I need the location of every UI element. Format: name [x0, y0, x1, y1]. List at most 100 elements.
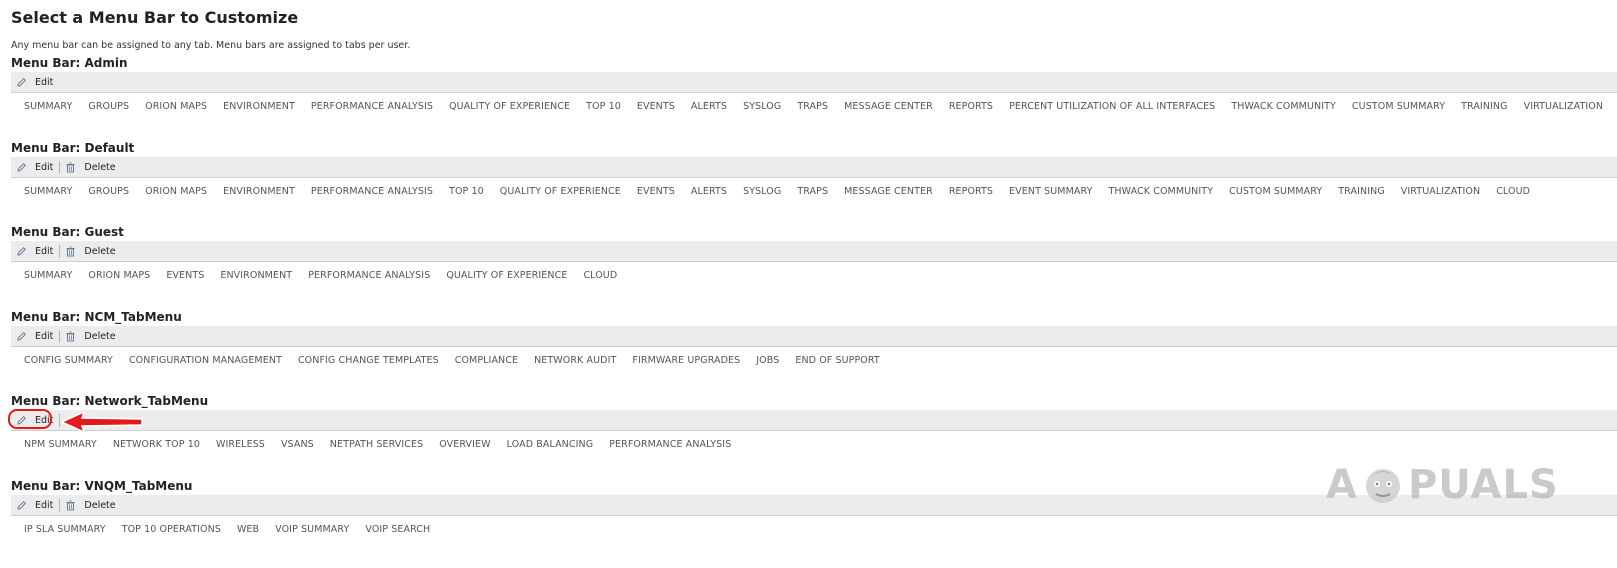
edit-button[interactable]: Edit	[11, 327, 59, 346]
delete-button[interactable]: Delete	[60, 496, 121, 515]
menu-tab-item[interactable]: QUALITY OF EXPERIENCE	[446, 270, 567, 281]
trash-icon	[65, 500, 80, 511]
edit-button[interactable]: Edit	[11, 242, 59, 261]
edit-button[interactable]: Edit	[11, 496, 59, 515]
delete-label: Delete	[84, 161, 116, 173]
edit-label: Edit	[35, 330, 54, 342]
menu-tab-item[interactable]: REPORTS	[949, 101, 993, 112]
edit-button[interactable]: Edit	[11, 73, 59, 92]
menu-tab-item[interactable]: ORION MAPS	[145, 101, 207, 112]
menu-tab-item[interactable]: PERFORMANCE ANALYSIS	[609, 439, 731, 450]
delete-button[interactable]: Delete	[60, 327, 121, 346]
menu-tab-item[interactable]: EVENT SUMMARY	[1009, 186, 1092, 197]
menu-tab-item[interactable]: MESSAGE CENTER	[844, 186, 933, 197]
menu-tab-item[interactable]: ENVIRONMENT	[223, 186, 295, 197]
menu-tab-item[interactable]: REPORTS	[949, 186, 993, 197]
menu-tab-item[interactable]: MESSAGE CENTER	[844, 101, 933, 112]
menu-tab-item[interactable]: NETPATH SERVICES	[330, 439, 423, 450]
menu-tab-item[interactable]: SUMMARY	[24, 186, 72, 197]
delete-label: Delete	[84, 245, 116, 257]
menu-tab-item[interactable]: CUSTOM SUMMARY	[1352, 101, 1445, 112]
menu-tab-item[interactable]: LOAD BALANCING	[507, 439, 594, 450]
menu-bar-title: Menu Bar: Guest	[11, 225, 124, 239]
menu-tab-item[interactable]: TOP 10	[449, 186, 484, 197]
menu-tab-item[interactable]: JOBS	[756, 355, 779, 366]
menu-bar-title: Menu Bar: Default	[11, 141, 135, 155]
menu-tab-item[interactable]: ENVIRONMENT	[223, 101, 295, 112]
menu-bar-title: Menu Bar: VNQM_TabMenu	[11, 479, 193, 493]
menu-tab-item[interactable]: END OF SUPPORT	[795, 355, 879, 366]
page-description: Any menu bar can be assigned to any tab.…	[11, 40, 411, 51]
toolbar-separator	[59, 413, 61, 427]
menu-tab-item[interactable]: ALERTS	[691, 101, 727, 112]
menu-tab-item[interactable]: OVERVIEW	[439, 439, 490, 450]
menu-tab-item[interactable]: QUALITY OF EXPERIENCE	[449, 101, 570, 112]
menu-tab-item[interactable]: TRAINING	[1461, 101, 1508, 112]
menu-tab-item[interactable]: PERFORMANCE ANALYSIS	[308, 270, 430, 281]
menu-tab-item[interactable]: NETWORK TOP 10	[113, 439, 200, 450]
menu-bar-tabs: IP SLA SUMMARY TOP 10 OPERATIONS WEB VOIP S…	[24, 524, 446, 535]
menu-tab-item[interactable]: NPM SUMMARY	[24, 439, 97, 450]
edit-button[interactable]: Edit	[8, 408, 59, 430]
menu-bar-title: Menu Bar: Admin	[11, 56, 128, 70]
menu-tab-item[interactable]: PERFORMANCE ANALYSIS	[311, 101, 433, 112]
menu-tab-item[interactable]: TOP 10	[586, 101, 621, 112]
menu-tab-item[interactable]: VOIP SUMMARY	[275, 524, 349, 535]
menu-tab-item[interactable]: SYSLOG	[743, 101, 781, 112]
pencil-icon	[16, 162, 31, 173]
delete-button[interactable]: Delete	[60, 242, 121, 261]
menu-tab-item[interactable]: FIRMWARE UPGRADES	[632, 355, 740, 366]
menu-tab-item[interactable]: VIRTUALIZATION	[1524, 101, 1603, 112]
appuals-watermark: A PUALS	[1326, 462, 1559, 508]
menu-tab-item[interactable]: VOIP SEARCH	[365, 524, 430, 535]
pencil-icon	[16, 246, 31, 257]
menu-tab-item[interactable]: ORION MAPS	[88, 270, 150, 281]
menu-bar-toolbar: Edit Delete	[11, 157, 1617, 178]
menu-tab-item[interactable]: GROUPS	[88, 101, 129, 112]
menu-tab-item[interactable]: SYSLOG	[743, 186, 781, 197]
menu-tab-item[interactable]: CONFIGURATION MANAGEMENT	[129, 355, 282, 366]
menu-tab-item[interactable]: QUALITY OF EXPERIENCE	[500, 186, 621, 197]
menu-tab-item[interactable]: TRAPS	[797, 101, 828, 112]
menu-tab-item[interactable]: ORION MAPS	[145, 186, 207, 197]
menu-tab-item[interactable]: CLOUD	[583, 270, 617, 281]
menu-tab-item[interactable]: PERFORMANCE ANALYSIS	[311, 186, 433, 197]
menu-tab-item[interactable]: ALERTS	[691, 186, 727, 197]
menu-tab-item[interactable]: EVENTS	[166, 270, 204, 281]
delete-button[interactable]: Delete	[60, 158, 121, 177]
menu-bar-tabs: NPM SUMMARY NETWORK TOP 10 WIRELESS VSANS NE…	[24, 439, 747, 450]
watermark-text-left: A	[1326, 462, 1358, 508]
mascot-logo-icon	[1365, 469, 1400, 503]
menu-tab-item[interactable]: THWACK COMMUNITY	[1231, 101, 1336, 112]
trash-icon	[65, 331, 80, 342]
menu-tab-item[interactable]: TRAINING	[1338, 186, 1385, 197]
menu-tab-item[interactable]: PERCENT UTILIZATION OF ALL INTERFACES	[1009, 101, 1215, 112]
menu-bar-toolbar: Edit	[11, 72, 1617, 93]
menu-tab-item[interactable]: CONFIG CHANGE TEMPLATES	[298, 355, 439, 366]
menu-tab-item[interactable]: GROUPS	[88, 186, 129, 197]
watermark-text-right: PUALS	[1407, 462, 1559, 508]
menu-tab-item[interactable]: THWACK COMMUNITY	[1108, 186, 1213, 197]
menu-tab-item[interactable]: WIRELESS	[216, 439, 265, 450]
menu-tab-item[interactable]: VSANS	[281, 439, 314, 450]
menu-tab-item[interactable]: CLOUD	[1496, 186, 1530, 197]
menu-tab-item[interactable]: NETWORK AUDIT	[534, 355, 616, 366]
menu-tab-item[interactable]: CONFIG SUMMARY	[24, 355, 113, 366]
menu-tab-item[interactable]: CUSTOM SUMMARY	[1229, 186, 1322, 197]
menu-tab-item[interactable]: TOP 10 OPERATIONS	[122, 524, 221, 535]
menu-tab-item[interactable]: EVENTS	[637, 101, 675, 112]
menu-tab-item[interactable]: SUMMARY	[24, 270, 72, 281]
menu-tab-item[interactable]: SUMMARY	[24, 101, 72, 112]
menu-tab-item[interactable]: ENVIRONMENT	[220, 270, 292, 281]
edit-label: Edit	[35, 161, 54, 173]
delete-label: Delete	[84, 499, 116, 511]
menu-tab-item[interactable]: WEB	[237, 524, 259, 535]
edit-button[interactable]: Edit	[11, 158, 59, 177]
edit-label: Edit	[35, 76, 54, 88]
menu-tab-item[interactable]: COMPLIANCE	[455, 355, 518, 366]
menu-tab-item[interactable]: TRAPS	[797, 186, 828, 197]
menu-tab-item[interactable]: EVENTS	[637, 186, 675, 197]
menu-bar-title: Menu Bar: Network_TabMenu	[11, 394, 209, 408]
menu-tab-item[interactable]: IP SLA SUMMARY	[24, 524, 106, 535]
menu-tab-item[interactable]: VIRTUALIZATION	[1401, 186, 1480, 197]
